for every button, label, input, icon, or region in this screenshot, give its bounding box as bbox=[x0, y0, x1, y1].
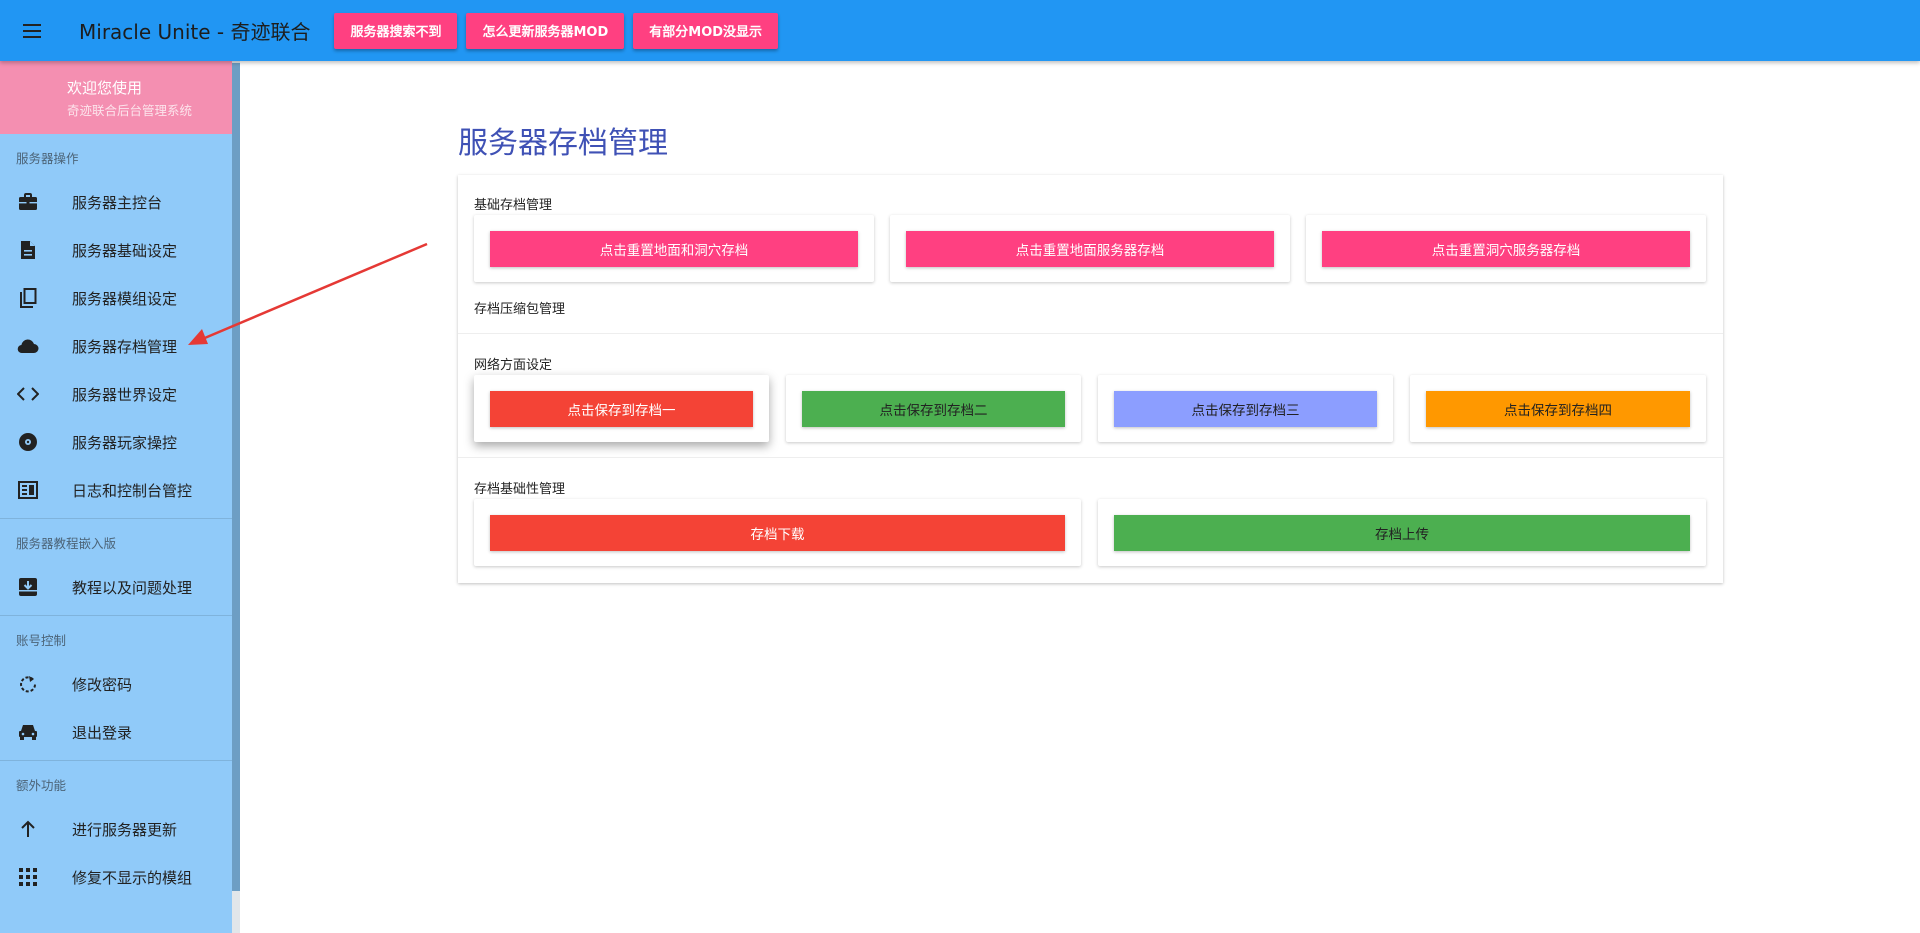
disc-icon bbox=[16, 430, 40, 454]
download-box-icon bbox=[16, 575, 40, 599]
save-slot-4-button[interactable]: 点击保存到存档四 bbox=[1426, 391, 1690, 427]
sidebar-item-label: 服务器基础设定 bbox=[72, 241, 178, 260]
briefcase-icon bbox=[16, 190, 40, 214]
document-icon bbox=[16, 238, 40, 262]
sidebar-item-label: 教程以及问题处理 bbox=[72, 578, 193, 597]
card-save-slot-1: 点击保存到存档一 bbox=[474, 375, 769, 442]
section-label-tutorial: 服务器教程嵌入版 bbox=[16, 536, 117, 551]
divider bbox=[458, 333, 1723, 334]
page-title: 服务器存档管理 bbox=[458, 126, 668, 161]
sidebar-item-label: 服务器模组设定 bbox=[72, 289, 178, 308]
reset-cave-button[interactable]: 点击重置洞穴服务器存档 bbox=[1322, 231, 1690, 267]
archive-management-panel: 基础存档管理 点击重置地面和洞穴存档 点击重置地面服务器存档 点击重置洞穴服务器… bbox=[458, 175, 1723, 583]
save-slot-3-button[interactable]: 点击保存到存档三 bbox=[1114, 391, 1377, 427]
network-settings-title: 网络方面设定 bbox=[474, 358, 553, 373]
save-slot-2-button[interactable]: 点击保存到存档二 bbox=[802, 391, 1065, 427]
card-upload: 存档上传 bbox=[1098, 499, 1706, 566]
code-icon bbox=[16, 382, 40, 406]
sidebar-scrollbar-thumb[interactable] bbox=[232, 63, 240, 891]
app-title: Miracle Unite - 奇迹联合 bbox=[79, 20, 311, 44]
sidebar-item-label: 进行服务器更新 bbox=[72, 820, 178, 839]
compress-archive-title: 存档压缩包管理 bbox=[474, 302, 566, 317]
menu-icon[interactable] bbox=[17, 16, 47, 46]
card-reset-all: 点击重置地面和洞穴存档 bbox=[474, 215, 874, 282]
sidebar-item-logout[interactable]: 退出登录 bbox=[0, 708, 232, 756]
card-save-slot-3: 点击保存到存档三 bbox=[1098, 375, 1393, 442]
section-label-server-ops: 服务器操作 bbox=[16, 151, 79, 166]
sidebar-item-label: 退出登录 bbox=[72, 723, 133, 742]
reset-surface-button[interactable]: 点击重置地面服务器存档 bbox=[906, 231, 1274, 267]
apps-grid-icon bbox=[16, 865, 40, 889]
archive-basic-title: 存档基础性管理 bbox=[474, 482, 566, 497]
sidebar-item-label: 服务器世界设定 bbox=[72, 385, 178, 404]
server-not-found-button[interactable]: 服务器搜索不到 bbox=[334, 12, 458, 49]
archive-download-button[interactable]: 存档下载 bbox=[490, 515, 1065, 551]
sidebar-item-logs-console[interactable]: 日志和控制台管控 bbox=[0, 466, 232, 514]
sidebar-item-label: 修复不显示的模组 bbox=[72, 868, 193, 887]
sidebar-item-label: 服务器存档管理 bbox=[72, 337, 178, 356]
top-help-buttons: 服务器搜索不到 怎么更新服务器MOD 有部分MOD没显示 bbox=[334, 12, 779, 49]
sidebar-item-label: 服务器玩家操控 bbox=[72, 433, 178, 452]
welcome-title: 欢迎您使用 bbox=[67, 79, 143, 97]
sidebar-item-console[interactable]: 服务器主控台 bbox=[0, 178, 232, 226]
card-reset-surface: 点击重置地面服务器存档 bbox=[890, 215, 1290, 282]
section-label-account: 账号控制 bbox=[16, 633, 67, 648]
archive-upload-button[interactable]: 存档上传 bbox=[1114, 515, 1690, 551]
sidebar-item-tutorial[interactable]: 教程以及问题处理 bbox=[0, 563, 232, 611]
cloud-icon bbox=[16, 334, 40, 358]
sidebar-item-label: 日志和控制台管控 bbox=[72, 481, 193, 500]
welcome-subtitle: 奇迹联合后台管理系统 bbox=[67, 103, 193, 118]
sidebar-item-world-settings[interactable]: 服务器世界设定 bbox=[0, 370, 232, 418]
sidebar-item-fix-mods[interactable]: 修复不显示的模组 bbox=[0, 853, 232, 901]
car-icon bbox=[16, 720, 40, 744]
card-save-slot-4: 点击保存到存档四 bbox=[1410, 375, 1706, 442]
reset-surface-cave-button[interactable]: 点击重置地面和洞穴存档 bbox=[490, 231, 858, 267]
sidebar-scrollbar[interactable] bbox=[232, 61, 240, 933]
sidebar-item-server-update[interactable]: 进行服务器更新 bbox=[0, 805, 232, 853]
how-update-mod-button[interactable]: 怎么更新服务器MOD bbox=[466, 12, 625, 49]
card-save-slot-2: 点击保存到存档二 bbox=[786, 375, 1081, 442]
save-slot-1-button[interactable]: 点击保存到存档一 bbox=[490, 391, 753, 427]
welcome-banner: 欢迎您使用 奇迹联合后台管理系统 bbox=[0, 61, 232, 134]
console-icon bbox=[16, 478, 40, 502]
top-app-bar: Miracle Unite - 奇迹联合 服务器搜索不到 怎么更新服务器MOD … bbox=[0, 0, 1920, 61]
card-download: 存档下载 bbox=[474, 499, 1081, 566]
sidebar-item-label: 修改密码 bbox=[72, 675, 133, 694]
rotate-icon bbox=[16, 672, 40, 696]
arrow-up-icon bbox=[16, 817, 40, 841]
divider bbox=[458, 457, 1723, 458]
sidebar-item-change-password[interactable]: 修改密码 bbox=[0, 660, 232, 708]
basic-archive-title: 基础存档管理 bbox=[474, 198, 553, 213]
sidebar-item-player-control[interactable]: 服务器玩家操控 bbox=[0, 418, 232, 466]
sidebar: 欢迎您使用 奇迹联合后台管理系统 服务器操作 服务器主控台 服务器基础设定 服务… bbox=[0, 61, 232, 933]
annotation-arrow bbox=[188, 242, 428, 345]
mod-not-shown-button[interactable]: 有部分MOD没显示 bbox=[633, 12, 779, 49]
sidebar-item-label: 服务器主控台 bbox=[72, 193, 163, 212]
section-label-extra: 额外功能 bbox=[16, 778, 67, 793]
card-reset-cave: 点击重置洞穴服务器存档 bbox=[1306, 215, 1706, 282]
copy-icon bbox=[16, 286, 40, 310]
